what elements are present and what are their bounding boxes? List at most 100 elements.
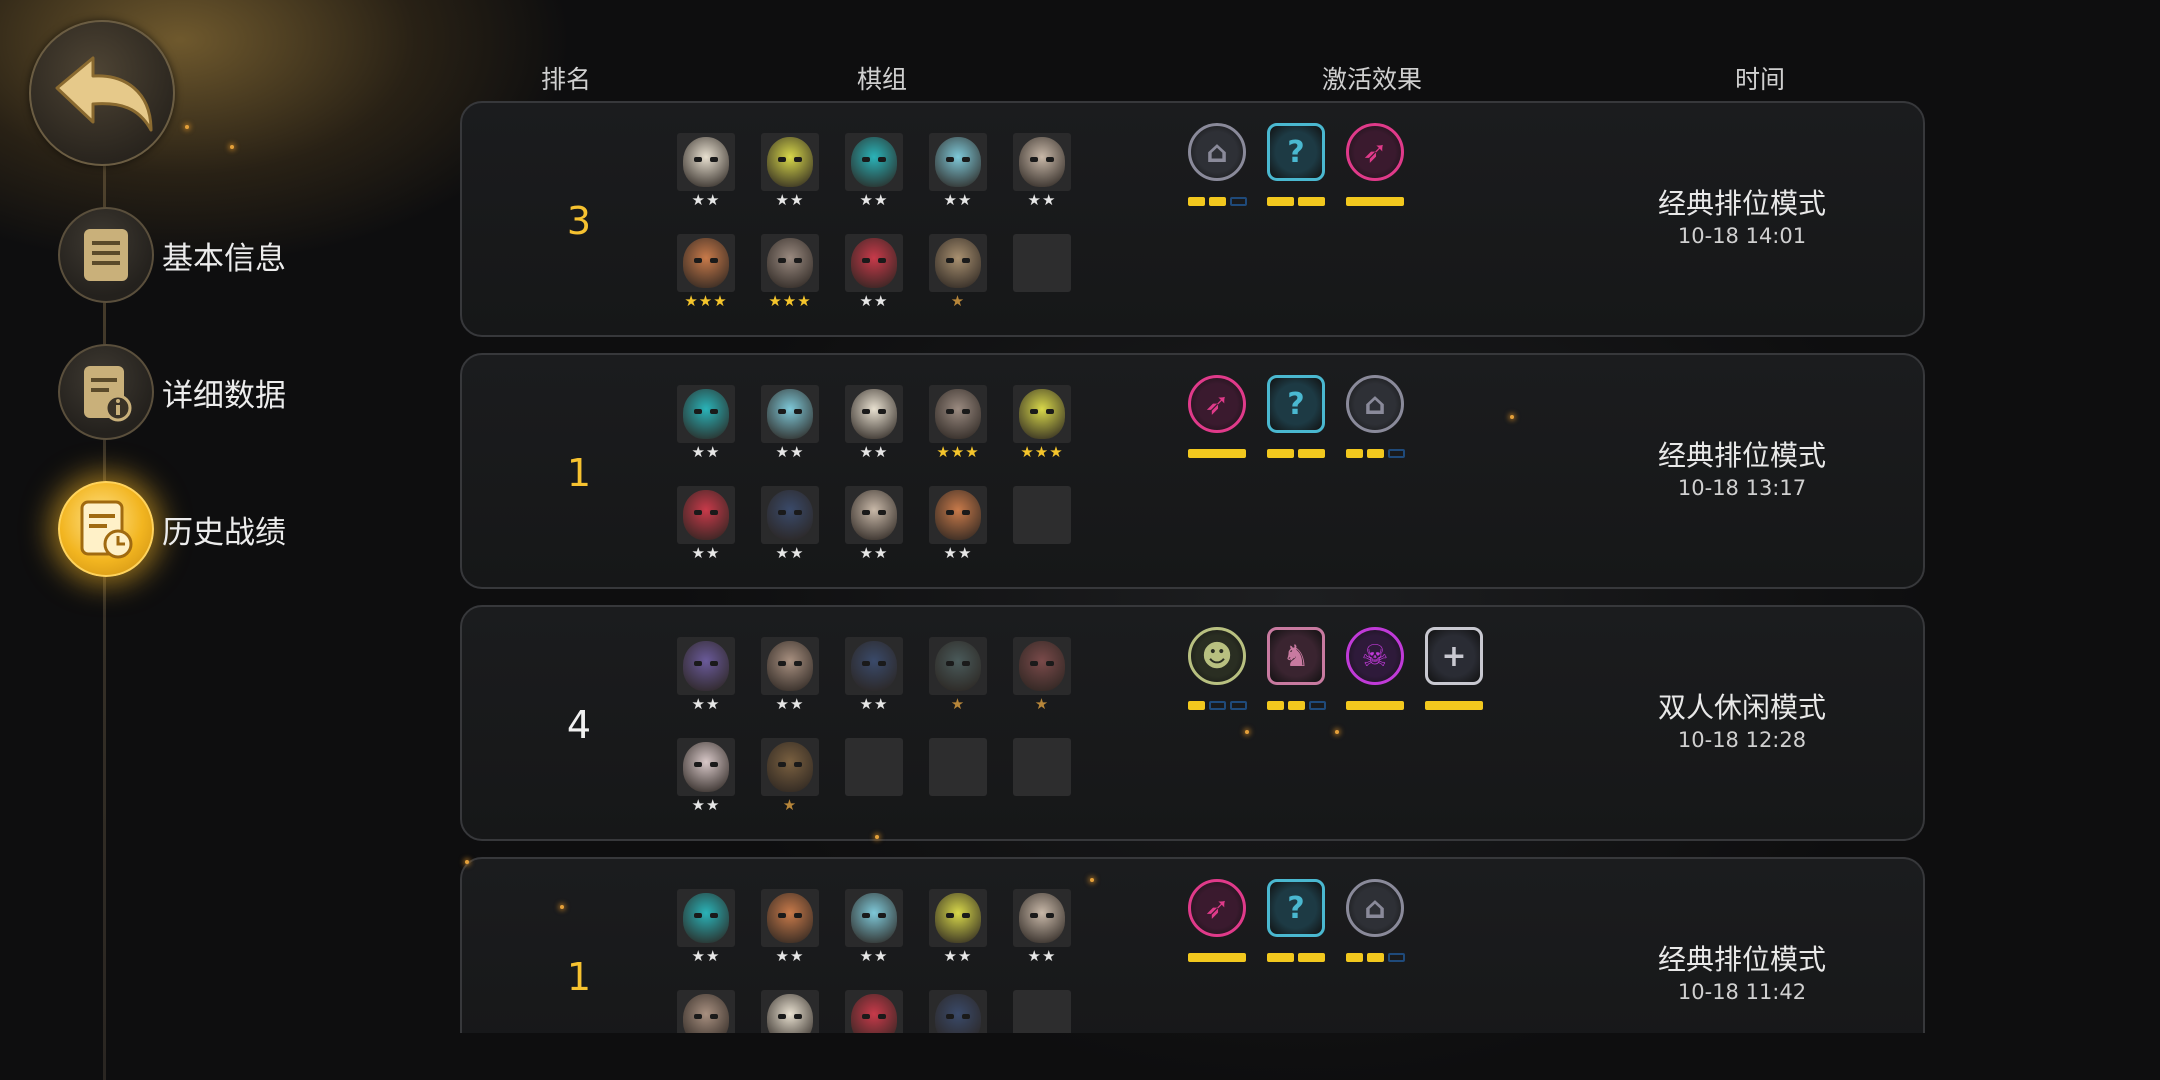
chess-piece-portrait[interactable] [929,637,987,695]
portrait-face [935,994,981,1033]
chess-piece-portrait[interactable] [1013,133,1071,191]
chess-piece-portrait[interactable] [761,385,819,443]
chess-piece-portrait[interactable] [677,637,735,695]
chess-piece-portrait[interactable] [677,990,735,1033]
portrait-face [767,893,813,943]
star-level: ★★★ [768,292,812,310]
match-card[interactable]: 3 ★★ ★★ ★★ ★★ ★★ ★★★ ★★★ ★★ ★ ⌂? ➶ 经典排位模式 10-18 14:01 [460,101,1925,337]
demon-wing-icon[interactable]: ➶ [1188,375,1246,433]
empty-slot [1013,990,1071,1033]
portrait-eye [862,661,870,666]
ember-spark [1090,878,1094,882]
wizard-hat-icon[interactable]: ⌂ [1346,879,1404,937]
match-card[interactable]: 1 ★★ ★★ ★★ ★★★ ★★★ ★★ ★★ ★★ ★★ ➶? ⌂ 经典排位模式 10-18 13:1… [460,353,1925,589]
chess-piece-portrait[interactable] [845,234,903,292]
chess-piece-portrait[interactable] [761,486,819,544]
chess-piece-portrait[interactable] [677,889,735,947]
sidebar-item-match-history[interactable]: 历史战绩 [58,481,286,577]
chess-piece-portrait[interactable] [845,637,903,695]
star-level: ★★ [691,544,721,562]
sidebar-item-detailed-data[interactable]: 详细数据 [58,344,286,440]
chess-piece-portrait[interactable] [677,486,735,544]
chess-piece-portrait[interactable] [1013,637,1071,695]
portrait-eye [1046,661,1054,666]
star-level: ★★ [859,443,889,461]
chess-piece-portrait[interactable] [845,385,903,443]
portrait-face [935,238,981,288]
cross-icon[interactable]: + [1425,627,1483,685]
portrait-face [1019,137,1065,187]
chess-piece-portrait[interactable] [761,889,819,947]
question-shield-icon[interactable]: ? [1267,123,1325,181]
synergy-tier [1267,197,1294,206]
chess-piece-portrait[interactable] [677,385,735,443]
synergy-tier [1298,449,1325,458]
chess-piece-portrait[interactable] [677,234,735,292]
synergy-tier [1188,701,1205,710]
portrait-eye [946,157,954,162]
portrait-eye [862,157,870,162]
wizard-hat-icon[interactable]: ⌂ [1188,123,1246,181]
demon-wing-icon[interactable]: ➶ [1188,879,1246,937]
ember-spark [230,145,234,149]
chess-piece-portrait[interactable] [845,889,903,947]
chess-piece-portrait[interactable] [845,990,903,1033]
chess-piece-portrait[interactable] [929,234,987,292]
portrait-eye [694,661,702,666]
question-shield-icon[interactable]: ? [1267,375,1325,433]
chess-piece-portrait[interactable] [929,990,987,1033]
chess-piece-portrait[interactable] [929,385,987,443]
match-history-list[interactable]: 3 ★★ ★★ ★★ ★★ ★★ ★★★ ★★★ ★★ ★ ⌂? ➶ 经典排位模式 10-18 14:01… [460,101,1925,1033]
chess-piece-portrait[interactable] [761,738,819,796]
synergy-tier [1309,701,1326,710]
chess-piece-portrait[interactable] [677,133,735,191]
portrait-eye [778,258,786,263]
chess-piece-portrait[interactable] [761,133,819,191]
portrait-eye [694,913,702,918]
portrait-face [851,389,897,439]
chess-piece-portrait[interactable] [761,234,819,292]
match-card[interactable]: 4 ★★ ★★ ★★ ★ ★ ★★ ★ ☻ ♞ ☠ + 双人休闲模式 10-18 12:28 [460,605,1925,841]
portrait-eye [862,409,870,414]
synergy-progress [1346,953,1405,963]
header-time: 时间 [1734,65,1786,94]
portrait-eye [962,258,970,263]
chess-piece-portrait[interactable] [929,133,987,191]
portrait-face [935,893,981,943]
chess-piece-portrait[interactable] [1013,889,1071,947]
star-level: ★★ [859,292,889,310]
portrait-eye [694,1014,702,1019]
portrait-eye [778,510,786,515]
portrait-eye [710,409,718,414]
synergy-tier [1188,953,1246,962]
demon-face-icon[interactable]: ☠ [1346,627,1404,685]
sidebar-item-basic-info[interactable]: 基本信息 [58,207,286,303]
chess-piece-portrait[interactable] [929,486,987,544]
portrait-face [1019,893,1065,943]
empty-slot [929,738,987,796]
synergy-tier [1230,701,1247,710]
portrait-eye [778,661,786,666]
chess-piece-portrait[interactable] [761,637,819,695]
chess-piece-portrait[interactable] [1013,385,1071,443]
chess-piece-portrait[interactable] [677,738,735,796]
match-card[interactable]: 1 ★★ ★★ ★★ ★★ ★★ ➶? ⌂ 经典排位模式 10-18 11:42 [460,857,1925,1033]
star-level: ★★ [1027,191,1057,209]
synergy-progress [1425,701,1483,711]
match-time: 10-18 12:28 [1677,728,1807,752]
question-shield-icon[interactable]: ? [1267,879,1325,937]
game-mode: 经典排位模式 [1657,943,1826,976]
chess-piece-portrait[interactable] [845,486,903,544]
star-level: ★★ [775,191,805,209]
header-rank: 排名 [540,65,592,94]
chess-piece-portrait[interactable] [929,889,987,947]
portrait-face [935,641,981,691]
synergy-tier [1209,701,1226,710]
wizard-hat-icon[interactable]: ⌂ [1346,375,1404,433]
chess-piece-portrait[interactable] [845,133,903,191]
goblin-icon[interactable]: ☻ [1188,627,1246,685]
portrait-eye [862,913,870,918]
demon-wing-icon[interactable]: ➶ [1346,123,1404,181]
chess-piece-portrait[interactable] [761,990,819,1033]
knight-icon[interactable]: ♞ [1267,627,1325,685]
